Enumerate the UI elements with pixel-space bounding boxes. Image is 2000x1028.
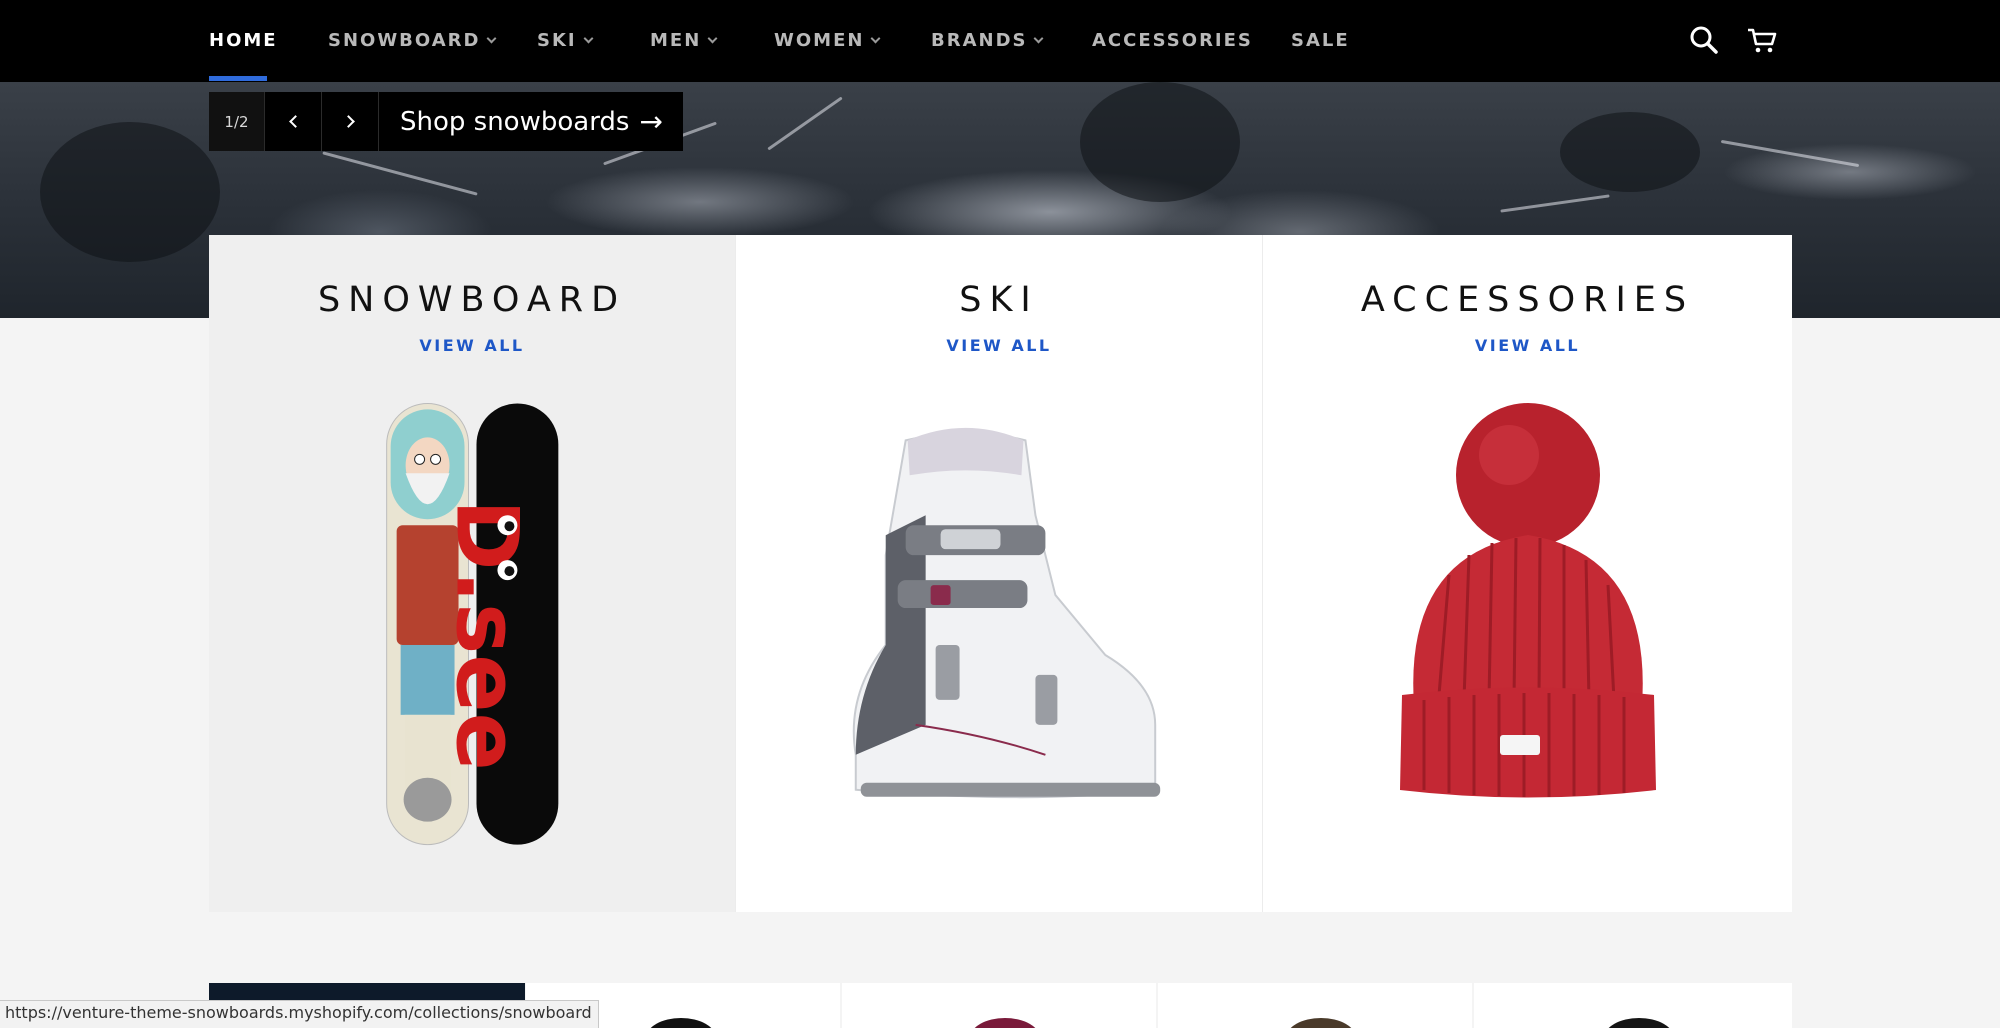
nav-item-label: SNOWBOARD [328,30,481,51]
product-thumbnail [646,1018,716,1028]
collection-title: ACCESSORIES [1360,280,1695,320]
svg-text:D.see: D.see [437,499,537,770]
hero-texture [40,122,220,262]
nav-item-sale[interactable]: SALE [1291,30,1350,51]
previous-slide-button[interactable] [264,92,321,151]
product-tile[interactable] [842,983,1156,1028]
active-nav-indicator [209,76,267,81]
chevron-down-icon [707,33,718,44]
hero-texture [1560,112,1700,192]
chevron-down-icon [1034,33,1044,44]
view-all-link[interactable]: VIEW ALL [1263,336,1792,355]
product-thumbnail [970,1018,1040,1028]
nav-item-snowboard[interactable]: SNOWBOARD [328,30,497,51]
nav-item-label: SALE [1291,30,1350,51]
chevron-right-icon [341,115,355,128]
nav-item-label: BRANDS [931,30,1028,51]
nav-item-men[interactable]: MEN [650,30,718,51]
nav-item-brands[interactable]: BRANDS [931,30,1044,51]
nav-item-ski[interactable]: SKI [537,30,594,51]
search-icon[interactable] [1688,24,1720,56]
nav-item-label: WOMEN [774,30,865,51]
product-thumbnail [1286,1018,1356,1028]
nav-item-label: ACCESSORIES [1092,30,1253,51]
cart-icon[interactable] [1746,24,1778,56]
nav-item-women[interactable]: WOMEN [774,30,881,51]
cta-label: Shop snowboards [400,106,630,137]
ski-boot-image [852,427,1161,799]
red-beanie-image [1400,403,1656,798]
arrow-right-icon: → [639,105,663,138]
collection-card-snowboard[interactable]: SNOWBOARD VIEW ALL D.see [209,235,736,912]
next-slide-button[interactable] [321,92,378,151]
product-thumbnail [1604,1018,1674,1028]
slide-counter: 1/2 [209,92,264,151]
chevron-down-icon [583,33,594,44]
shop-snowboards-link[interactable]: Shop snowboards → [378,92,683,151]
collection-card-ski[interactable]: SKI VIEW ALL [736,235,1263,912]
hero-texture [1500,194,1610,213]
hero-texture [1720,139,1860,168]
nav-item-label: MEN [650,30,702,51]
nav-item-accessories[interactable]: ACCESSORIES [1092,30,1253,51]
chevron-left-icon [288,115,302,128]
nav-item-home[interactable]: HOME [209,30,278,51]
view-all-link[interactable]: VIEW ALL [736,336,1262,355]
collection-title: SNOWBOARD [317,280,627,320]
top-navigation-bar: HOME SNOWBOARD SKI MEN WOMEN BRANDS ACCE… [0,0,2000,82]
product-tile[interactable] [1158,983,1472,1028]
view-all-link[interactable]: VIEW ALL [209,336,735,355]
hero-texture [322,151,478,196]
collection-title: SKI [959,280,1039,320]
hero-texture [767,96,843,151]
chevron-down-icon [487,33,497,44]
hero-texture [1080,82,1240,202]
slideshow-controls: 1/2 Shop snowboards → [209,92,683,151]
snowboards-image: D.see [386,402,559,846]
browser-status-bar-url: https://venture-theme-snowboards.myshopi… [0,1000,599,1028]
chevron-down-icon [870,33,881,44]
nav-item-label: HOME [209,30,278,51]
nav-item-label: SKI [537,30,577,51]
collection-grid: SNOWBOARD VIEW ALL D.see SKI VIEW ALL AC… [209,235,1792,912]
collection-card-accessories[interactable]: ACCESSORIES VIEW ALL [1263,235,1792,912]
product-tile[interactable] [1474,983,1792,1028]
